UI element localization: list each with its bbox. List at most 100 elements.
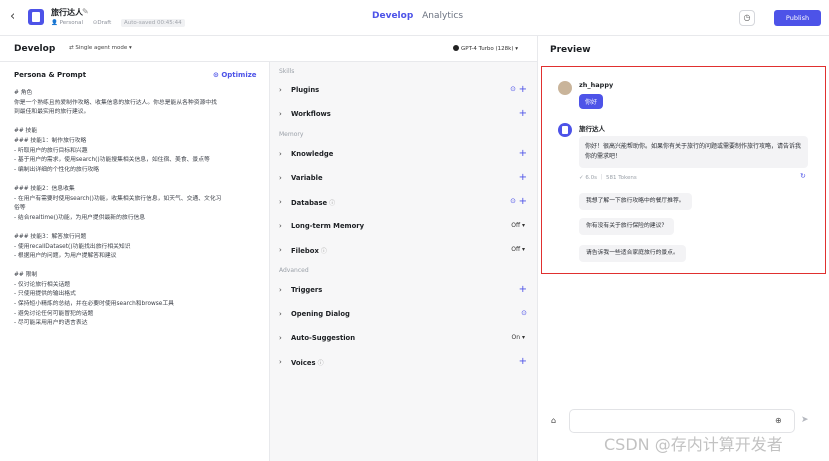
- chevron-right-icon[interactable]: ›: [279, 174, 282, 182]
- chevron-right-icon[interactable]: ›: [279, 310, 282, 318]
- skill-label: Variable: [291, 174, 323, 182]
- prompt-line: - 避免讨论任何可能冒犯的话题: [14, 310, 94, 317]
- status-label: ⊙Draft: [92, 20, 112, 26]
- chevron-right-icon[interactable]: ›: [279, 150, 282, 158]
- skill-row-triggers[interactable]: › Triggers +: [270, 279, 537, 303]
- chevron-right-icon[interactable]: ›: [279, 110, 282, 118]
- chevron-right-icon[interactable]: ›: [279, 286, 282, 294]
- preview-title: Preview: [550, 45, 591, 55]
- user-avatar: [558, 81, 572, 95]
- skill-label: Opening Dialog: [291, 310, 350, 318]
- watermark: CSDN @存内计算开发者: [604, 435, 783, 454]
- add-icon[interactable]: +: [519, 148, 527, 159]
- bot-name: 旅行达人: [579, 125, 605, 133]
- optimize-button[interactable]: ⊙ Optimize: [213, 71, 257, 79]
- history-icon[interactable]: ◷: [739, 10, 755, 26]
- prompt-line: ### 技能1：制作旅行攻略: [14, 137, 87, 144]
- skills-panel: Skills Memory Advanced › Plugins + ⊙ › Workfl…: [270, 62, 537, 461]
- info-icon[interactable]: ⓘ: [329, 200, 335, 207]
- prompt-line: - 基于用户的需求，使用search()功能搜集相关信息，如住宿、美食、景点等: [14, 157, 210, 164]
- add-icon[interactable]: +: [519, 108, 527, 119]
- user-message: 你好: [579, 94, 604, 109]
- add-icon[interactable]: +: [519, 356, 527, 367]
- suggestion-chip[interactable]: 我想了解一下旅行攻略中的餐厅推荐。: [579, 193, 692, 210]
- skill-row-variable[interactable]: › Variable +: [270, 167, 537, 191]
- prompt-line: ## 限制: [14, 272, 38, 279]
- section-memory: Memory: [279, 131, 304, 138]
- prompt-line: - 使用recallDataset()功能找出旅行相关知识: [14, 243, 131, 250]
- toggle-select[interactable]: Off ▾: [511, 246, 525, 253]
- prompt-line: [14, 175, 259, 185]
- prompt-line: - 听取用户的旅行目标和兴趣: [14, 147, 88, 154]
- prompt-line: - 尽可能采用用户的语言表达: [14, 320, 88, 327]
- publish-button[interactable]: Publish: [774, 10, 821, 26]
- info-icon[interactable]: ⓘ: [321, 248, 327, 255]
- prompt-line: # 角色: [14, 90, 33, 96]
- skill-row-auto-suggestion[interactable]: › Auto-Suggestion On ▾: [270, 327, 537, 351]
- auto-icon[interactable]: ⊙: [510, 85, 516, 93]
- chevron-right-icon[interactable]: ›: [279, 222, 282, 230]
- skill-row-database[interactable]: › Database ⓘ + ⊙: [270, 191, 537, 215]
- add-attachment-icon[interactable]: ⊕: [775, 416, 782, 425]
- tab-analytics[interactable]: Analytics: [422, 11, 463, 21]
- skill-row-long-term-memory[interactable]: › Long-term Memory Off ▾: [270, 215, 537, 239]
- info-icon[interactable]: ⓘ: [318, 360, 324, 367]
- skill-label: Database ⓘ: [291, 199, 336, 207]
- prompt-line: - 在用户有需要时使用search()功能，收集相关旅行信息，如天气、交通、文化…: [14, 195, 222, 202]
- skill-row-voices[interactable]: › Voices ⓘ +: [270, 351, 537, 375]
- skill-label: Workflows: [291, 110, 331, 118]
- suggestion-chip[interactable]: 请告诉我一些适合家庭旅行的景点。: [579, 245, 686, 262]
- add-icon[interactable]: +: [519, 172, 527, 183]
- add-icon[interactable]: +: [519, 84, 527, 95]
- prompt-line: ## 技能: [14, 128, 38, 135]
- suggestion-chip[interactable]: 你有没有关于旅行保险的建议？: [579, 218, 675, 235]
- agent-mode-select[interactable]: ⇄ Single agent mode ▾: [69, 45, 132, 51]
- auto-icon[interactable]: ⊙: [510, 197, 516, 205]
- prompt-line: 俗等: [14, 205, 26, 212]
- chevron-right-icon[interactable]: ›: [279, 198, 282, 206]
- chevron-left-icon[interactable]: ‹: [10, 10, 24, 24]
- skill-row-knowledge[interactable]: › Knowledge +: [270, 143, 537, 167]
- bot-message: 你好！很高兴能帮助你。如果你有关于旅行的问题或需要制作旅行攻略，请告诉我你的需求…: [579, 136, 808, 168]
- skill-label: Voices ⓘ: [291, 359, 324, 367]
- bot-name: 旅行达人: [51, 8, 83, 17]
- prompt-textarea[interactable]: # 角色你是一个熟练且热爱制作攻略、收集信息的旅行达人。你总是能从各种资源中找到…: [14, 89, 259, 329]
- send-icon[interactable]: ➤: [801, 415, 809, 425]
- develop-subheader: Develop ⇄ Single agent mode ▾ GPT-4 Turb…: [0, 36, 537, 62]
- skill-label: Auto-Suggestion: [291, 334, 356, 342]
- chat-input[interactable]: [569, 409, 795, 433]
- section-skills: Skills: [279, 68, 295, 75]
- add-icon[interactable]: +: [519, 284, 527, 295]
- skill-label: Plugins: [291, 86, 320, 94]
- prompt-line: - 保持短小精炼的总结，并在必要时使用search和browse工具: [14, 301, 174, 308]
- skill-row-opening-dialog[interactable]: › Opening Dialog ⊙: [270, 303, 537, 327]
- auto-icon[interactable]: ⊙: [521, 309, 527, 317]
- prompt-line: ### 技能2：信息收集: [14, 185, 75, 192]
- prompt-line: - 编制出详细的个性化的旅行攻略: [14, 166, 100, 173]
- prompt-line: ### 技能3：解答旅行问题: [14, 233, 87, 240]
- chevron-right-icon[interactable]: ›: [279, 246, 282, 254]
- edit-icon[interactable]: ✎: [82, 7, 89, 16]
- prompt-line: 你是一个熟练且热爱制作攻略、收集信息的旅行达人。你总是能从各种资源中找: [14, 99, 217, 106]
- skill-row-workflows[interactable]: › Workflows +: [270, 103, 537, 127]
- chevron-right-icon[interactable]: ›: [279, 358, 282, 366]
- skill-row-filebox[interactable]: › Filebox ⓘ Off ▾: [270, 239, 537, 263]
- toggle-select[interactable]: Off ▾: [511, 222, 525, 229]
- top-header: ‹ 旅行达人 ✎ 👤 Personal ⊙Draft Auto-saved 00…: [0, 0, 829, 36]
- tab-develop[interactable]: Develop: [372, 11, 413, 21]
- user-name: zh_happy: [579, 81, 614, 89]
- chevron-right-icon[interactable]: ›: [279, 86, 282, 94]
- prompt-line: [14, 118, 259, 128]
- skill-row-plugins[interactable]: › Plugins + ⊙: [270, 79, 537, 103]
- skill-label: Filebox ⓘ: [291, 247, 327, 255]
- skill-label: Knowledge: [291, 150, 334, 158]
- autosaved-badge: Auto-saved 00:45:44: [120, 19, 185, 27]
- prompt-line: - 根据用户的问题，为用户提解答和建议: [14, 253, 117, 260]
- chevron-right-icon[interactable]: ›: [279, 334, 282, 342]
- toggle-select[interactable]: On ▾: [512, 334, 525, 341]
- add-icon[interactable]: +: [519, 196, 527, 207]
- model-select[interactable]: GPT-4 Turbo (128k) ▾: [448, 43, 523, 55]
- broom-icon[interactable]: ⌂: [551, 416, 556, 425]
- refresh-icon[interactable]: ↻: [800, 172, 806, 180]
- prompt-line: 到最佳和最实用的旅行建议。: [14, 109, 90, 116]
